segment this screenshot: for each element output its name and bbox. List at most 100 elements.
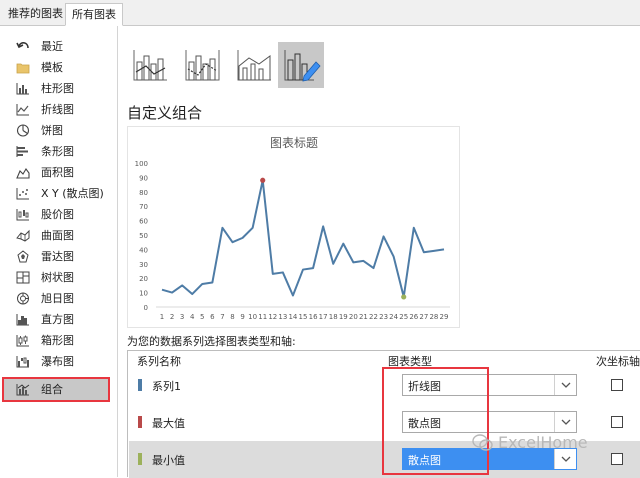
line-chart-icon — [16, 104, 29, 116]
x-tick-label: 10 — [248, 313, 257, 321]
sidebar-item-label: 箱形图 — [41, 334, 74, 347]
sidebar-item-box-whisker[interactable]: 箱形图 — [0, 330, 117, 351]
chevron-down-icon — [561, 456, 571, 462]
box-whisker-icon — [16, 335, 29, 347]
bar-chart-icon — [16, 146, 28, 157]
y-tick-label: 50 — [139, 232, 148, 240]
x-tick-label: 14 — [288, 313, 297, 321]
y-tick-label: 20 — [139, 275, 148, 283]
sidebar-item-waterfall[interactable]: 瀑布图 — [0, 351, 117, 372]
sidebar-item-scatter[interactable]: X Y (散点图) — [0, 183, 117, 204]
column-chart-icon — [16, 83, 29, 95]
sidebar-item-treemap[interactable]: 树状图 — [0, 267, 117, 288]
chart-type-dropdown[interactable]: 散点图 — [402, 411, 577, 433]
sidebar-item-stock[interactable]: 股价图 — [0, 204, 117, 225]
subtype-combo-column-line[interactable] — [127, 42, 173, 88]
chart-type-sidebar: 最近 模板 柱形图 折线图 饼图 条形图 面积图 X Y (散点图) 股价图 曲… — [0, 26, 117, 477]
series-name: 系列1 — [152, 380, 181, 393]
secondary-axis-checkbox[interactable] — [611, 379, 623, 391]
sidebar-item-recent[interactable]: 最近 — [0, 36, 117, 57]
sidebar-item-area[interactable]: 面积图 — [0, 162, 117, 183]
x-tick-label: 13 — [278, 313, 287, 321]
sidebar-item-label: 模板 — [41, 61, 63, 74]
secondary-axis-checkbox[interactable] — [611, 453, 623, 465]
sidebar-divider — [117, 26, 118, 477]
x-tick-label: 26 — [409, 313, 418, 321]
series-name: 最小值 — [152, 454, 185, 467]
sidebar-item-surface[interactable]: 曲面图 — [0, 225, 117, 246]
x-tick-label: 17 — [319, 313, 328, 321]
sidebar-item-label: 饼图 — [41, 124, 63, 137]
chevron-down-icon — [561, 382, 571, 388]
x-tick-label: 20 — [349, 313, 358, 321]
dropdown-value: 散点图 — [408, 417, 441, 430]
chart-preview: 图表标题 0 10 20 30 40 50 60 70 80 90 100 1 2 3 4 5 6 7 8 9 10 11… — [127, 126, 460, 328]
chart-title: 图表标题 — [270, 136, 318, 150]
x-tick-label: 3 — [180, 313, 184, 321]
sidebar-item-pie[interactable]: 饼图 — [0, 120, 117, 141]
sidebar-item-templates[interactable]: 模板 — [0, 57, 117, 78]
sidebar-item-label: X Y (散点图) — [41, 187, 104, 200]
sidebar-item-label: 股价图 — [41, 208, 74, 221]
subtype-combo-area-column[interactable] — [231, 42, 277, 88]
surface-chart-icon — [16, 229, 30, 242]
subtype-combo-column-line-secondary[interactable] — [179, 42, 225, 88]
x-tick-label: 9 — [240, 313, 244, 321]
x-tick-label: 18 — [329, 313, 338, 321]
sidebar-item-label: 面积图 — [41, 166, 74, 179]
section-title: 自定义组合 — [127, 104, 203, 122]
dropdown-arrow[interactable] — [554, 375, 576, 395]
watermark-text: ExcelHome — [498, 433, 588, 452]
chart-type-dropdown[interactable]: 折线图 — [402, 374, 577, 396]
y-tick-label: 80 — [139, 189, 148, 197]
x-tick-label: 29 — [440, 313, 449, 321]
sidebar-item-combo[interactable]: 组合 — [2, 377, 110, 402]
dropdown-value: 折线图 — [408, 380, 441, 393]
x-tick-label: 16 — [309, 313, 318, 321]
sidebar-item-sunburst[interactable]: 旭日图 — [0, 288, 117, 309]
series-color-swatch — [138, 453, 142, 465]
custom-combo-icon — [284, 50, 321, 82]
sidebar-item-bar[interactable]: 条形图 — [0, 141, 117, 162]
table-row: 系列1 折线图 — [129, 367, 640, 404]
sidebar-item-label: 瀑布图 — [41, 355, 74, 368]
undo-arrow-icon — [16, 42, 29, 49]
combo-column-line-icon — [133, 50, 167, 81]
y-tick-label: 90 — [139, 174, 148, 182]
stock-chart-icon — [16, 209, 29, 221]
sidebar-item-line[interactable]: 折线图 — [0, 99, 117, 120]
combo-chart-icon — [16, 384, 30, 396]
series-name: 最大值 — [152, 417, 185, 430]
wechat-icon — [472, 434, 493, 451]
histogram-icon — [16, 314, 29, 326]
sunburst-icon — [17, 292, 29, 305]
y-tick-label: 0 — [144, 304, 148, 312]
x-tick-label: 8 — [230, 313, 234, 321]
sidebar-item-label: 旭日图 — [41, 292, 74, 305]
sidebar-item-label: 曲面图 — [41, 229, 74, 242]
sidebar-item-column[interactable]: 柱形图 — [0, 78, 117, 99]
x-tick-label: 5 — [200, 313, 204, 321]
dropdown-arrow[interactable] — [554, 412, 576, 432]
x-tick-label: 24 — [389, 313, 398, 321]
area-chart-icon — [16, 168, 30, 179]
x-tick-label: 2 — [170, 313, 174, 321]
x-tick-label: 23 — [379, 313, 388, 321]
pie-chart-icon — [16, 124, 30, 137]
sidebar-item-label: 树状图 — [41, 271, 74, 284]
y-tick-label: 60 — [139, 218, 148, 226]
combo-column-line-secondary-icon — [185, 50, 220, 81]
sidebar-item-label: 柱形图 — [41, 82, 74, 95]
x-tick-label: 28 — [429, 313, 438, 321]
tab-recommended-charts[interactable]: 推荐的图表 — [2, 3, 69, 26]
sidebar-item-radar[interactable]: 雷达图 — [0, 246, 117, 267]
sidebar-item-histogram[interactable]: 直方图 — [0, 309, 117, 330]
dropdown-arrow[interactable] — [554, 449, 576, 469]
secondary-axis-checkbox[interactable] — [611, 416, 623, 428]
y-tick-label: 40 — [139, 246, 148, 254]
line-chart: 图表标题 01020304050607080901001 2 3 4 5 6 7 8 9 10 11… — [135, 136, 450, 321]
subtype-custom-combo[interactable] — [278, 42, 324, 88]
sidebar-item-label: 直方图 — [41, 313, 74, 326]
tab-all-charts[interactable]: 所有图表 — [65, 3, 123, 26]
y-tick-label: 10 — [139, 290, 148, 298]
